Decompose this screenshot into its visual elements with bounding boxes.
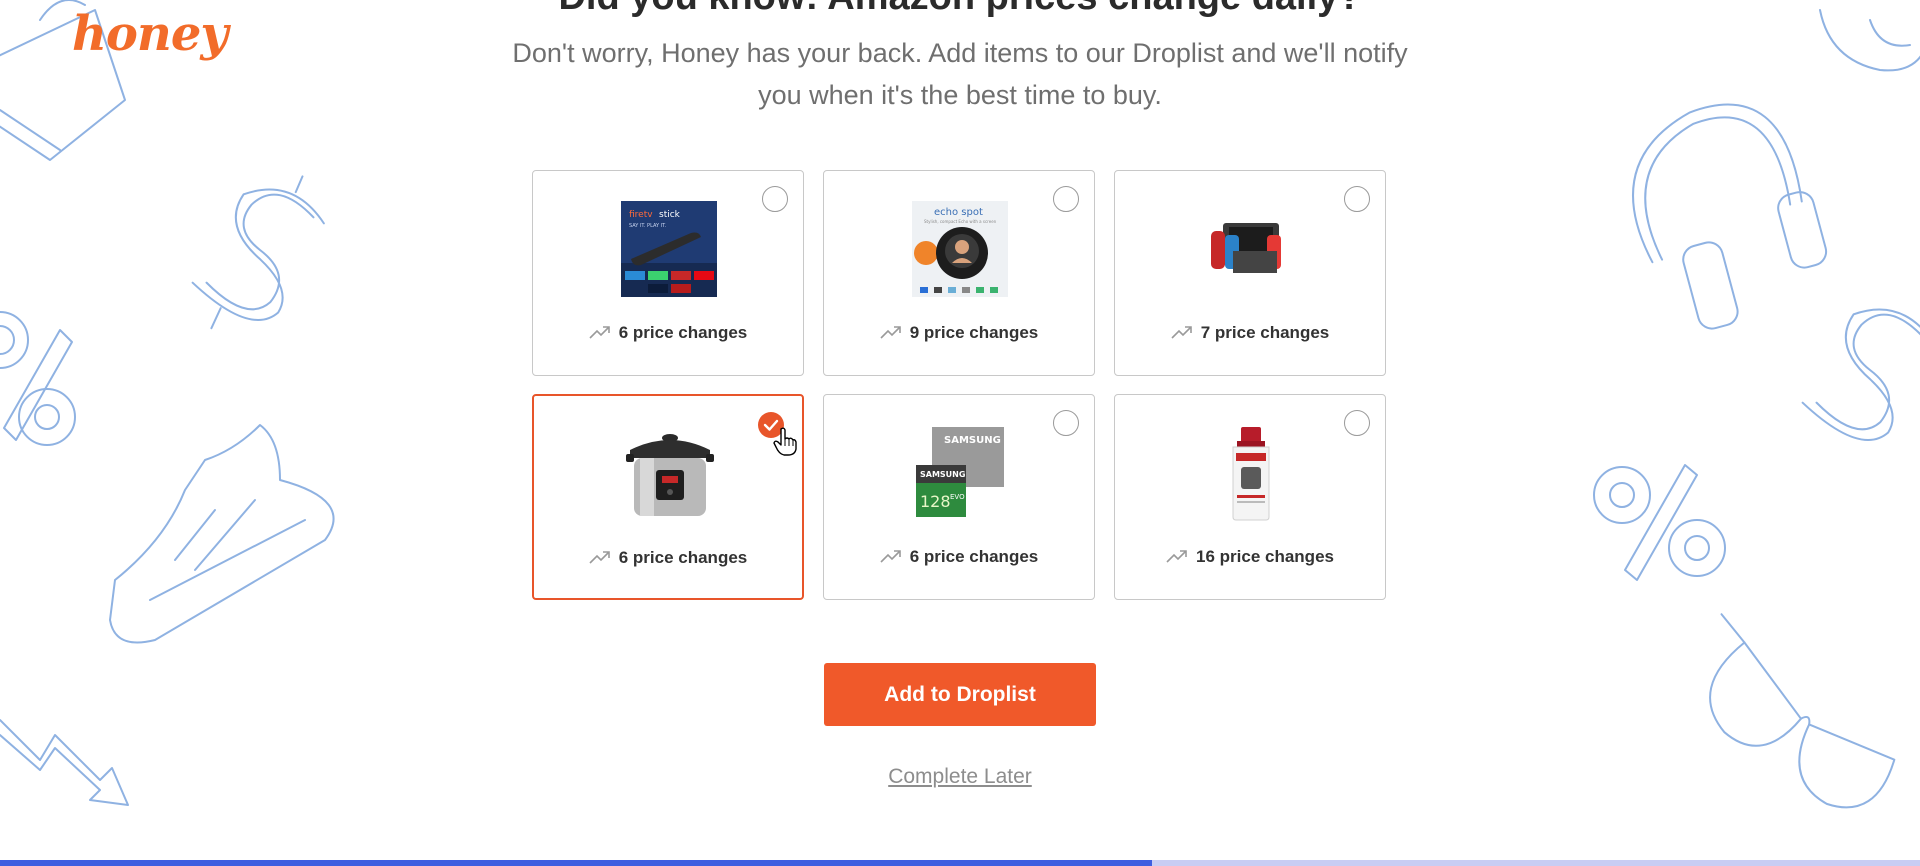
- svg-text:echo spot: echo spot: [934, 207, 983, 218]
- progress-bar: [0, 860, 1920, 866]
- svg-text:SAMSUNG: SAMSUNG: [920, 470, 965, 479]
- svg-text:128: 128: [920, 492, 951, 511]
- dollar-sign-icon: [1801, 308, 1920, 441]
- svg-text:SAMSUNG: SAMSUNG: [944, 435, 1001, 446]
- echo-spot-box-icon: echo spot Stylish, compact Echo with a s…: [912, 201, 1008, 297]
- hand-pointer-cursor-icon: [773, 427, 797, 456]
- svg-text:Stylish, compact Echo with a s: Stylish, compact Echo with a screen: [924, 219, 997, 224]
- select-radio[interactable]: [1344, 410, 1370, 436]
- trend-up-icon: [880, 550, 901, 563]
- svg-text:stick: stick: [659, 210, 681, 220]
- select-radio[interactable]: [1344, 186, 1370, 212]
- trend-up-icon: [1166, 550, 1187, 563]
- price-changes-label: 6 price changes: [909, 547, 1039, 566]
- svg-text:firetv: firetv: [629, 210, 653, 220]
- instant-pot-icon: [626, 434, 714, 516]
- trend-up-icon: [589, 551, 610, 564]
- product-card-instant-pot[interactable]: 6 price changes: [532, 394, 804, 600]
- price-changes-label: 6 price changes: [618, 548, 748, 567]
- add-to-droplist-button[interactable]: Add to Droplist: [824, 663, 1096, 726]
- headphones-icon: [1632, 103, 1828, 330]
- product-card-samsung-microsd[interactable]: SAMSUNG SAMSUNG 128 EVO 6 price changes: [823, 394, 1095, 600]
- page-subtext: Don't worry, Honey has your back. Add it…: [512, 38, 1408, 110]
- sunglasses-icon: [1709, 613, 1896, 809]
- select-radio[interactable]: [762, 186, 788, 212]
- percent-icon: [1593, 464, 1726, 581]
- price-changes-label: 16 price changes: [1196, 547, 1334, 566]
- price-changes-label: 9 price changes: [909, 323, 1039, 342]
- product-card-thayers-toner[interactable]: 16 price changes: [1114, 394, 1386, 600]
- product-card-nintendo-switch[interactable]: 7 price changes: [1114, 170, 1386, 376]
- percent-icon: [1819, 9, 1920, 72]
- svg-text:SAY IT. PLAY IT.: SAY IT. PLAY IT.: [629, 223, 667, 229]
- trend-up-icon: [589, 326, 610, 339]
- product-card-echo-spot[interactable]: echo spot Stylish, compact Echo with a s…: [823, 170, 1095, 376]
- toner-bottle-icon: [1232, 427, 1270, 521]
- complete-later-link[interactable]: Complete Later: [0, 765, 1920, 789]
- price-changes-label: 7 price changes: [1200, 323, 1330, 342]
- progress-bar-fill: [0, 860, 1152, 866]
- price-changes-label: 6 price changes: [618, 323, 748, 342]
- dollar-sign-icon: [191, 175, 325, 330]
- percent-icon: [0, 311, 76, 446]
- product-grid: firetv stick SAY IT. PLAY IT. 6 price ch…: [532, 170, 1388, 602]
- select-radio[interactable]: [1053, 186, 1079, 212]
- trend-down-arrow-icon: [0, 719, 129, 806]
- nintendo-switch-icon: [1211, 223, 1281, 273]
- fire-tv-stick-box-icon: firetv stick SAY IT. PLAY IT.: [621, 201, 717, 297]
- trend-up-icon: [1171, 326, 1192, 339]
- product-card-fire-tv-stick[interactable]: firetv stick SAY IT. PLAY IT. 6 price ch…: [532, 170, 804, 376]
- trend-up-icon: [880, 326, 901, 339]
- sneaker-icon: [109, 424, 335, 644]
- svg-text:EVO: EVO: [950, 493, 965, 501]
- samsung-microsd-card-icon: SAMSUNG SAMSUNG 128 EVO: [916, 427, 1004, 517]
- page-headline: Did you know: Amazon prices change daily…: [0, 0, 1920, 19]
- select-radio[interactable]: [1053, 410, 1079, 436]
